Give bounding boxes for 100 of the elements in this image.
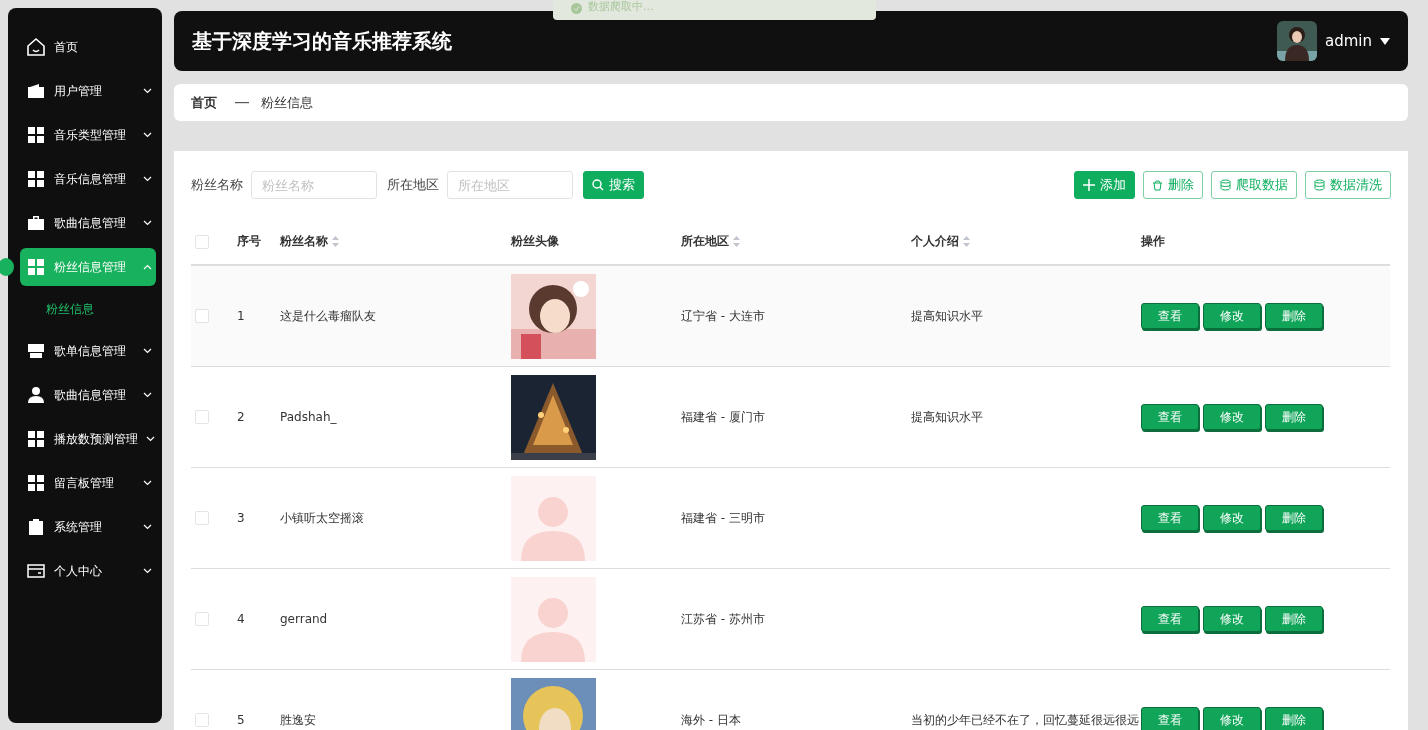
toolbar-button[interactable]: 删除 xyxy=(1143,171,1203,199)
table-cell: 江苏省 - 苏州市 xyxy=(681,610,765,628)
row-checkbox[interactable] xyxy=(195,713,209,727)
chevron-down-icon xyxy=(143,176,152,182)
sort-icon[interactable] xyxy=(733,236,740,247)
sidebar-subitem[interactable]: 粉丝信息 xyxy=(8,292,162,326)
briefcase-icon xyxy=(26,213,46,233)
row-action-button[interactable]: 删除 xyxy=(1265,606,1323,632)
table-cell: 小镇听太空摇滚 xyxy=(280,509,364,527)
row-action-button[interactable]: 删除 xyxy=(1265,404,1323,430)
table-cell: 4 xyxy=(237,612,245,626)
sidebar-item[interactable]: 歌单信息管理 xyxy=(20,332,156,370)
sort-icon[interactable] xyxy=(332,236,339,247)
chevron-down-icon xyxy=(143,132,152,138)
row-action-button[interactable]: 删除 xyxy=(1265,505,1323,531)
select-all-checkbox[interactable] xyxy=(195,234,209,249)
sidebar-item[interactable]: 用户管理 xyxy=(20,72,156,110)
app-title: 基于深度学习的音乐推荐系统 xyxy=(192,27,453,55)
chevron-down-icon xyxy=(143,392,152,398)
search-button[interactable]: 搜索 xyxy=(583,171,644,199)
row-action-button[interactable]: 查看 xyxy=(1141,404,1199,430)
row-action-button[interactable]: 查看 xyxy=(1141,505,1199,531)
grid-icon xyxy=(26,473,46,493)
username[interactable]: admin xyxy=(1325,32,1372,50)
store-icon xyxy=(26,341,46,361)
chevron-down-icon xyxy=(143,568,152,574)
table-cell: 福建省 - 三明市 xyxy=(681,509,765,527)
chevron-down-icon xyxy=(143,220,152,226)
table-cell: 2 xyxy=(237,410,245,424)
database-icon xyxy=(1314,179,1325,191)
row-checkbox[interactable] xyxy=(195,410,209,424)
breadcrumb-item[interactable]: 首页 xyxy=(191,93,217,112)
person-icon xyxy=(26,385,46,405)
chevron-down-icon xyxy=(146,436,155,442)
grid-icon xyxy=(26,429,46,449)
filter-label: 粉丝名称 xyxy=(191,176,243,194)
toolbar-button[interactable]: 爬取数据 xyxy=(1211,171,1297,199)
row-action-button[interactable]: 修改 xyxy=(1203,606,1261,632)
chevron-up-icon xyxy=(143,264,152,270)
avatar-placeholder-icon xyxy=(511,576,596,662)
row-action-button[interactable]: 修改 xyxy=(1203,505,1261,531)
chevron-down-icon xyxy=(143,88,152,94)
sidebar-item[interactable]: 留言板管理 xyxy=(20,464,156,502)
row-checkbox[interactable] xyxy=(195,309,209,323)
active-indicator xyxy=(0,258,14,276)
table-cell: 辽宁省 - 大连市 xyxy=(681,307,765,325)
row-checkbox[interactable] xyxy=(195,612,209,626)
separator-icon xyxy=(235,101,249,104)
row-action-button[interactable]: 查看 xyxy=(1141,303,1199,329)
sidebar-item[interactable]: 播放数预测管理 xyxy=(20,420,156,458)
database-icon xyxy=(1220,179,1231,191)
sidebar-item[interactable]: 系统管理 xyxy=(20,508,156,546)
sidebar-item[interactable]: 音乐类型管理 xyxy=(20,116,156,154)
chevron-down-icon xyxy=(143,348,152,354)
column-header: 粉丝头像 xyxy=(511,233,559,250)
sidebar-item[interactable]: 歌曲信息管理 xyxy=(20,376,156,414)
table-cell: 1 xyxy=(237,309,245,323)
wallet-icon xyxy=(26,81,46,101)
table-cell: 提高知识水平 xyxy=(911,308,983,324)
row-action-button[interactable]: 查看 xyxy=(1141,606,1199,632)
filter-input[interactable]: 粉丝名称 xyxy=(251,171,377,199)
toast-message: 数据爬取中... xyxy=(553,0,876,20)
table-cell: 海外 - 日本 xyxy=(681,711,741,729)
row-action-button[interactable]: 删除 xyxy=(1265,707,1323,730)
column-header: 所在地区 xyxy=(681,233,729,250)
card-icon xyxy=(26,561,46,581)
filter-input[interactable]: 所在地区 xyxy=(447,171,573,199)
filter-label: 所在地区 xyxy=(387,176,439,194)
row-action-button[interactable]: 查看 xyxy=(1141,707,1199,730)
column-header: 操作 xyxy=(1141,233,1165,250)
column-header: 粉丝名称 xyxy=(280,233,328,250)
grid-icon xyxy=(26,257,46,277)
chevron-down-icon xyxy=(143,524,152,530)
grid-icon xyxy=(26,125,46,145)
toolbar-button[interactable]: 数据清洗 xyxy=(1305,171,1391,199)
table-cell: 福建省 - 厦门市 xyxy=(681,408,765,426)
sidebar-item[interactable]: 歌曲信息管理 xyxy=(20,204,156,242)
table-cell: 提高知识水平 xyxy=(911,409,983,425)
plus-icon xyxy=(1083,179,1095,191)
table-cell: 3 xyxy=(237,511,245,525)
clipboard-icon xyxy=(26,517,46,537)
row-action-button[interactable]: 修改 xyxy=(1203,707,1261,730)
toolbar-button[interactable]: 添加 xyxy=(1074,171,1135,199)
home-icon xyxy=(26,37,46,57)
sidebar-item[interactable]: 首页 xyxy=(20,28,156,66)
row-action-button[interactable]: 删除 xyxy=(1265,303,1323,329)
sidebar-item[interactable]: 个人中心 xyxy=(20,552,156,590)
row-checkbox[interactable] xyxy=(195,511,209,525)
caret-down-icon[interactable] xyxy=(1380,37,1390,45)
sidebar-item[interactable]: 音乐信息管理 xyxy=(20,160,156,198)
sort-icon[interactable] xyxy=(963,236,970,247)
row-action-button[interactable]: 修改 xyxy=(1203,404,1261,430)
table-cell: gerrand xyxy=(280,612,328,626)
table-cell: Padshah_ xyxy=(280,410,337,424)
table-cell: 胜逸安 xyxy=(280,711,316,729)
check-circle-icon xyxy=(571,3,582,14)
row-action-button[interactable]: 修改 xyxy=(1203,303,1261,329)
table-cell: 5 xyxy=(237,713,245,727)
column-header: 序号 xyxy=(237,233,261,250)
search-icon xyxy=(592,179,604,191)
